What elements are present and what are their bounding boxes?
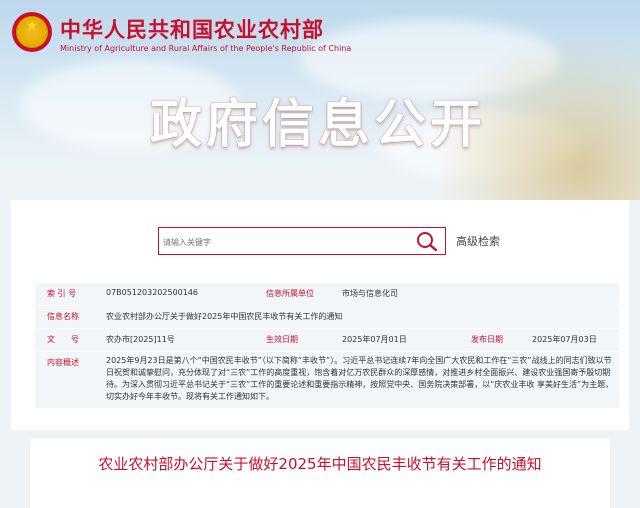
ministry-name-cn[interactable]: 中华人民共和国农业农村部 bbox=[60, 14, 324, 44]
publish-label: 发布日期 bbox=[471, 335, 503, 344]
meta-row-summary: 内容概述 2025年9月23日是第八个“中国农民丰收节”（以下简称“丰收节”）。… bbox=[35, 352, 619, 409]
document-title-card: 农业农村部办公厅关于做好2025年中国农民丰收节有关工作的通知 bbox=[30, 438, 610, 508]
source-label: 信息所属单位 bbox=[266, 289, 314, 298]
info-panel: 高级检索 索 引 号 07B051203202500146 信息所属单位 市场与… bbox=[11, 200, 629, 430]
search-bar bbox=[158, 227, 446, 255]
name-value: 农业农村部办公厅关于做好2025年中国农民丰收节有关工作的通知 bbox=[106, 312, 343, 321]
summary-label: 内容概述 bbox=[47, 358, 79, 367]
search-button[interactable] bbox=[415, 230, 439, 252]
docno-value: 农办市[2025]11号 bbox=[106, 335, 175, 344]
header-banner: ★ 中华人民共和国农业农村部 Ministry of Agriculture a… bbox=[0, 0, 640, 200]
ministry-name-en: Ministry of Agriculture and Rural Affair… bbox=[60, 44, 352, 53]
docno-label: 文 号 bbox=[47, 335, 79, 344]
magnifier-icon bbox=[417, 232, 438, 252]
effective-label: 生效日期 bbox=[266, 335, 298, 344]
index-label: 索 引 号 bbox=[47, 289, 77, 298]
summary-text: 2025年9月23日是第八个“中国农民丰收节”（以下简称“丰收节”）。习近平总书… bbox=[106, 356, 614, 401]
document-title: 农业农村部办公厅关于做好2025年中国农民丰收节有关工作的通知 bbox=[98, 455, 542, 473]
page-headline: 政府信息公开 bbox=[150, 95, 487, 155]
effective-value: 2025年07月01日 bbox=[342, 335, 407, 344]
search-input[interactable] bbox=[161, 229, 405, 255]
source-value: 市场与信息化司 bbox=[342, 289, 398, 298]
national-emblem-icon[interactable]: ★ bbox=[12, 12, 52, 52]
index-value: 07B051203202500146 bbox=[106, 288, 199, 297]
meta-row-docno: 文 号 农办市[2025]11号 生效日期 2025年07月01日 发布日期 2… bbox=[35, 329, 619, 352]
meta-row-index: 索 引 号 07B051203202500146 信息所属单位 市场与信息化司 bbox=[35, 283, 619, 306]
advanced-search-link[interactable]: 高级检索 bbox=[456, 233, 500, 249]
name-label: 信息名称 bbox=[47, 312, 79, 321]
metadata-table: 索 引 号 07B051203202500146 信息所属单位 市场与信息化司 … bbox=[35, 283, 619, 409]
publish-value: 2025年07月03日 bbox=[532, 335, 597, 344]
meta-row-name: 信息名称 农业农村部办公厅关于做好2025年中国农民丰收节有关工作的通知 bbox=[35, 306, 619, 329]
